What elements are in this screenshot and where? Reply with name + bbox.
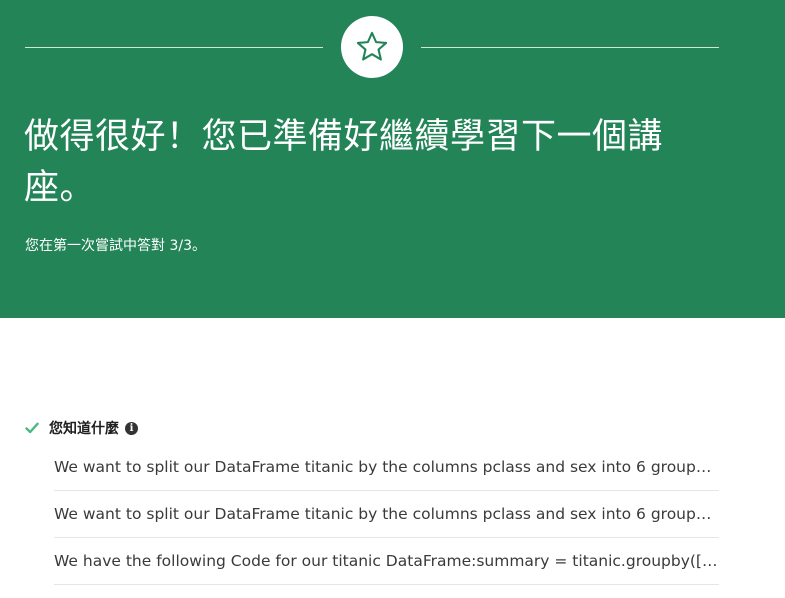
- star-icon: [356, 31, 388, 61]
- question-item[interactable]: We want to split our DataFrame titanic b…: [54, 491, 719, 538]
- question-text: We want to split our DataFrame titanic b…: [54, 458, 719, 476]
- divider-left: [25, 47, 323, 48]
- checkmark-icon: [25, 422, 39, 434]
- divider-right: [421, 47, 719, 48]
- what-you-know-header: 您知道什麼 i: [25, 417, 138, 439]
- question-text: We have the following Code for our titan…: [54, 552, 719, 570]
- info-icon[interactable]: i: [125, 421, 138, 435]
- result-headline: 做得很好！您已準備好繼續學習下一個講座。: [24, 117, 664, 208]
- question-text: We want to split our DataFrame titanic b…: [54, 505, 719, 523]
- score-text: 您在第一次嘗試中答對 3/3。: [25, 238, 206, 254]
- question-item[interactable]: We have the following Code for our titan…: [54, 538, 719, 585]
- section-title: 您知道什麼: [49, 421, 119, 437]
- question-item[interactable]: We want to split our DataFrame titanic b…: [54, 444, 719, 491]
- result-banner: 做得很好！您已準備好繼續學習下一個講座。 您在第一次嘗試中答對 3/3。: [0, 0, 785, 318]
- question-list: We want to split our DataFrame titanic b…: [54, 444, 719, 585]
- star-badge: [341, 16, 403, 78]
